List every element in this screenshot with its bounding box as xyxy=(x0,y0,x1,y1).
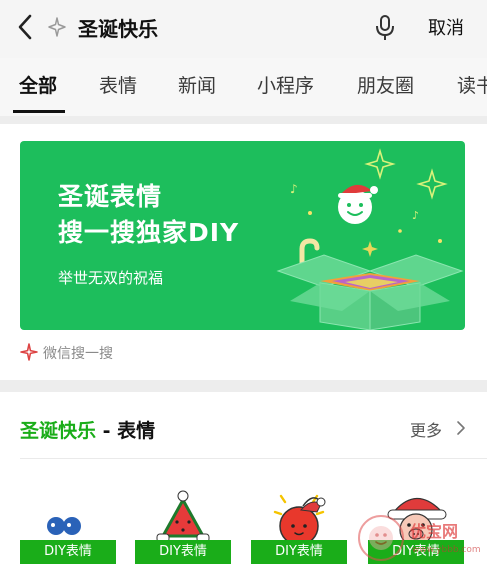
svg-text:♪: ♪ xyxy=(290,182,298,196)
back-arrow-icon[interactable] xyxy=(12,12,38,42)
banner-title-line2: 搜一搜独家DIY xyxy=(58,218,240,247)
christmas-diy-banner[interactable]: 圣诞表情 搜一搜独家DIY 举世无双的祝福 ♪ ♪ xyxy=(20,141,465,330)
section-title: 圣诞快乐 - 表情 xyxy=(20,416,155,443)
section-title-keyword: 圣诞快乐 xyxy=(20,420,97,442)
more-link[interactable]: 更多 xyxy=(410,417,442,441)
watermark-text: 优宝网 xyxy=(410,522,459,541)
sticker-diy-button[interactable]: DIY表情 xyxy=(251,540,347,564)
svg-text:♪: ♪ xyxy=(412,209,419,222)
banner-title: 圣诞表情 xyxy=(58,182,163,211)
cancel-button[interactable]: 取消 xyxy=(428,14,464,40)
tab-mini-programs[interactable]: 小程序 xyxy=(257,71,314,98)
tab-all[interactable]: 全部 xyxy=(19,71,57,98)
search-input[interactable]: 圣诞快乐 xyxy=(78,13,158,42)
tab-moments[interactable]: 朋友圈 xyxy=(357,71,414,98)
section-divider xyxy=(20,458,487,459)
gift-box-illustration: ♪ ♪ xyxy=(276,148,464,330)
sticker-diy-button[interactable]: DIY表情 xyxy=(135,540,231,564)
microphone-icon[interactable] xyxy=(374,14,396,42)
sparkle-logo-icon xyxy=(20,343,38,361)
section-title-category: - 表情 xyxy=(96,420,156,442)
sparkle-search-icon xyxy=(48,17,66,37)
blue-blob-sticker-icon[interactable] xyxy=(20,488,116,546)
watermark-url: www.ybbb.com xyxy=(412,545,481,555)
active-tab-indicator xyxy=(13,110,65,113)
chevron-right-icon[interactable] xyxy=(456,420,466,436)
tab-news[interactable]: 新闻 xyxy=(178,71,216,98)
banner-subtitle: 举世无双的祝福 xyxy=(58,269,164,287)
tab-reading[interactable]: 读书 xyxy=(457,71,487,98)
tab-stickers[interactable]: 表情 xyxy=(99,71,137,98)
search-tabs: 全部 表情 新闻 小程序 朋友圈 读书 xyxy=(0,58,487,116)
watermelon-santa-hat-sticker-icon[interactable] xyxy=(135,488,231,546)
sticker-diy-button[interactable]: DIY表情 xyxy=(20,540,116,564)
source-label: 微信搜一搜 xyxy=(43,346,113,362)
search-bar xyxy=(0,0,487,58)
apple-santa-hat-sticker-icon[interactable] xyxy=(251,488,347,546)
